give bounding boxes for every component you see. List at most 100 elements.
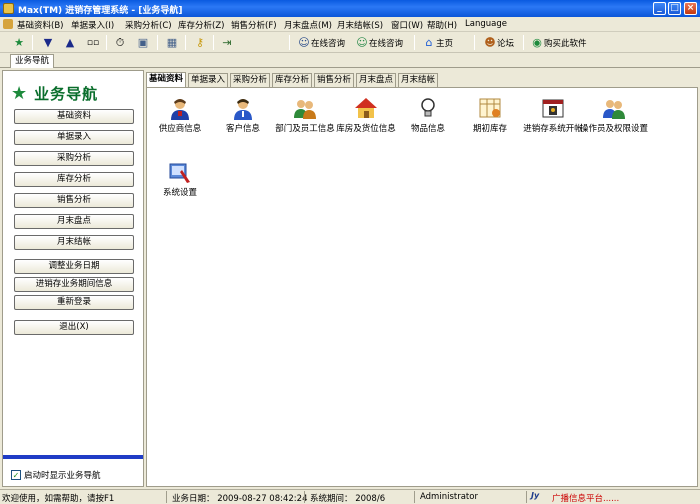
status-separator bbox=[414, 491, 415, 503]
nav-button-document-entry[interactable]: 单据录入 bbox=[14, 130, 134, 145]
item-info-item[interactable]: 物品信息 bbox=[393, 96, 463, 134]
window-title: Max(TM) 进销存管理系统 - [业务导航] bbox=[18, 6, 183, 16]
status-user: Administrator bbox=[420, 492, 478, 502]
menu-basic-data[interactable]: 基础资料(B) bbox=[17, 19, 63, 31]
opening-stock-item[interactable]: 期初库存 bbox=[455, 96, 525, 134]
opening-stock-label: 期初库存 bbox=[472, 124, 507, 134]
system-open-account-label: 进销存系统开帐 bbox=[523, 124, 583, 134]
toolbar: ★ ▼ ▲ ▫▫ ⏱ ▣ ▦ ⚷ ⇥ ☺ 在线咨询 ☺ 在线咨询 ⌂ 主页 ☻ 论坛 ◉… bbox=[0, 32, 700, 53]
buy-software-button[interactable]: ◉ 购买此软件 bbox=[530, 34, 586, 51]
minimize-button[interactable]: _ bbox=[653, 2, 666, 15]
tab-month-end-count[interactable]: 月末盘点 bbox=[356, 73, 396, 87]
tab-business-navigation[interactable]: 业务导航 bbox=[10, 54, 55, 68]
tab-document-entry[interactable]: 单据录入 bbox=[188, 73, 228, 87]
home-button[interactable]: ⌂ 主页 bbox=[422, 34, 454, 51]
nav-button-relogin[interactable]: 重新登录 bbox=[14, 295, 134, 310]
tab-basic-data[interactable]: 基础资料 bbox=[146, 72, 186, 87]
app-icon bbox=[3, 3, 14, 14]
forum-icon: ☻ bbox=[484, 35, 496, 49]
warehouse-location-label: 库房及货位信息 bbox=[336, 124, 396, 134]
grid-view-icon[interactable]: ▫▫ bbox=[86, 34, 100, 51]
star-icon: ★ bbox=[11, 83, 29, 104]
status-hint: 欢迎使用，如需帮助，请按F1 bbox=[2, 494, 115, 504]
toolbar-separator bbox=[185, 35, 186, 50]
nav-button-month-end-close[interactable]: 月末结帐 bbox=[14, 235, 134, 250]
sidebar-title-text: 业务导航 bbox=[34, 85, 99, 103]
toolbar-separator bbox=[414, 35, 415, 50]
warehouse-icon bbox=[355, 98, 377, 118]
supplier-info-label: 供应商信息 bbox=[158, 124, 202, 134]
operator-permission-item[interactable]: 操作员及权限设置 bbox=[579, 96, 649, 134]
show-on-start-checkbox[interactable]: ✓ 启动时显示业务导航 bbox=[11, 469, 101, 481]
system-settings-label: 系统设置 bbox=[162, 188, 197, 198]
forum-button[interactable]: ☻ 论坛 bbox=[483, 34, 514, 51]
supplier-info-item[interactable]: 供应商信息 bbox=[145, 96, 215, 134]
navigation-sidebar: ★ 业务导航 基础资料 单据录入 采购分析 库存分析 销售分析 月末盘点 月末结… bbox=[2, 70, 144, 487]
menu-help[interactable]: 帮助(H) bbox=[427, 19, 457, 31]
status-period: 系统期间： 2008/6 bbox=[310, 494, 386, 504]
toolbar-separator bbox=[523, 35, 524, 50]
online-consult-button-1[interactable]: ☺ 在线咨询 bbox=[297, 34, 345, 51]
department-staff-label: 部门及员工信息 bbox=[275, 124, 335, 134]
status-brand-marquee[interactable]: 广播信息平台...... bbox=[552, 492, 619, 504]
opening-stock-icon bbox=[479, 98, 501, 118]
menu-document-entry[interactable]: 单据录入(I) bbox=[71, 19, 114, 31]
system-settings-item[interactable]: 系统设置 bbox=[145, 160, 215, 198]
calculator-icon[interactable]: ▦ bbox=[165, 34, 179, 51]
menu-month-end-close[interactable]: 月末结帐(S) bbox=[337, 19, 383, 31]
nav-button-period-info[interactable]: 进销存业务期间信息 bbox=[14, 277, 134, 292]
title-bar: Max(TM) 进销存管理系统 - [业务导航] _ □ × bbox=[0, 0, 700, 17]
operator-permission-label: 操作员及权限设置 bbox=[579, 124, 648, 134]
menu-sales-analysis[interactable]: 销售分析(F) bbox=[231, 19, 277, 31]
nav-button-adjust-date[interactable]: 调整业务日期 bbox=[14, 259, 134, 274]
exit-icon[interactable]: ⇥ bbox=[220, 34, 234, 51]
menu-month-end-count[interactable]: 月末盘点(M) bbox=[284, 19, 332, 31]
nav-button-month-end-count[interactable]: 月末盘点 bbox=[14, 214, 134, 229]
settings-icon bbox=[169, 163, 190, 183]
toolbar-separator bbox=[106, 35, 107, 50]
toolbar-separator bbox=[213, 35, 214, 50]
nav-button-sales-analysis[interactable]: 销售分析 bbox=[14, 193, 134, 208]
tab-sales-analysis[interactable]: 销售分析 bbox=[314, 73, 354, 87]
arrow-up-icon[interactable]: ▲ bbox=[63, 34, 77, 51]
status-bar: 欢迎使用，如需帮助，请按F1 业务日期： 2009-08-27 08:42:24… bbox=[0, 489, 700, 504]
star-icon[interactable]: ★ bbox=[12, 34, 26, 51]
menu-language[interactable]: Language bbox=[465, 19, 507, 29]
menu-inventory-analysis[interactable]: 库存分析(Z) bbox=[178, 19, 224, 31]
department-staff-item[interactable]: 部门及员工信息 bbox=[270, 96, 340, 134]
checkbox-icon[interactable]: ✓ bbox=[11, 470, 21, 480]
key-icon[interactable]: ⚷ bbox=[193, 34, 207, 51]
window-icon[interactable]: ▣ bbox=[136, 34, 150, 51]
system-open-account-item[interactable]: 进销存系统开帐 bbox=[518, 96, 588, 134]
toolbar-separator bbox=[157, 35, 158, 50]
tab-purchase-analysis[interactable]: 采购分析 bbox=[230, 73, 270, 87]
status-separator bbox=[166, 491, 167, 503]
function-panel: 基础资料 单据录入 采购分析 库存分析 销售分析 月末盘点 月末结帐 供应商信息… bbox=[146, 70, 698, 487]
warehouse-location-item[interactable]: 库房及货位信息 bbox=[331, 96, 401, 134]
close-button[interactable]: × bbox=[684, 2, 697, 15]
function-icons-area: 供应商信息 客户信息 部门及员工信息 库房及货位信息 物品信息 期初库存 进销存… bbox=[146, 87, 698, 487]
nav-button-basic-data[interactable]: 基础资料 bbox=[14, 109, 134, 124]
customer-info-item[interactable]: 客户信息 bbox=[208, 96, 278, 134]
arrow-down-icon[interactable]: ▼ bbox=[41, 34, 55, 51]
menu-bar: 基础资料(B) 单据录入(I) 采购分析(C) 库存分析(Z) 销售分析(F) … bbox=[0, 17, 700, 32]
nav-button-purchase-analysis[interactable]: 采购分析 bbox=[14, 151, 134, 166]
user-icon: ☺ bbox=[356, 35, 368, 49]
open-account-icon bbox=[542, 99, 564, 118]
menu-app-icon[interactable] bbox=[3, 19, 13, 29]
maximize-button[interactable]: □ bbox=[668, 2, 681, 15]
nav-button-exit[interactable]: 退出(X) bbox=[14, 320, 134, 335]
clock-icon[interactable]: ⏱ bbox=[113, 34, 127, 51]
nav-button-inventory-analysis[interactable]: 库存分析 bbox=[14, 172, 134, 187]
buy-icon: ◉ bbox=[532, 35, 542, 49]
status-business-date: 业务日期： 2009-08-27 08:42:24 bbox=[172, 494, 308, 504]
brand-logo-icon: Jy bbox=[531, 491, 540, 500]
menu-purchase-analysis[interactable]: 采购分析(C) bbox=[125, 19, 172, 31]
toolbar-separator bbox=[32, 35, 33, 50]
menu-window[interactable]: 窗口(W) bbox=[391, 19, 423, 31]
document-tab-strip: 业务导航 bbox=[0, 53, 700, 68]
tab-month-end-close[interactable]: 月末结帐 bbox=[398, 73, 438, 87]
online-consult-button-2[interactable]: ☺ 在线咨询 bbox=[355, 34, 403, 51]
supplier-icon bbox=[171, 99, 189, 120]
tab-inventory-analysis[interactable]: 库存分析 bbox=[272, 73, 312, 87]
